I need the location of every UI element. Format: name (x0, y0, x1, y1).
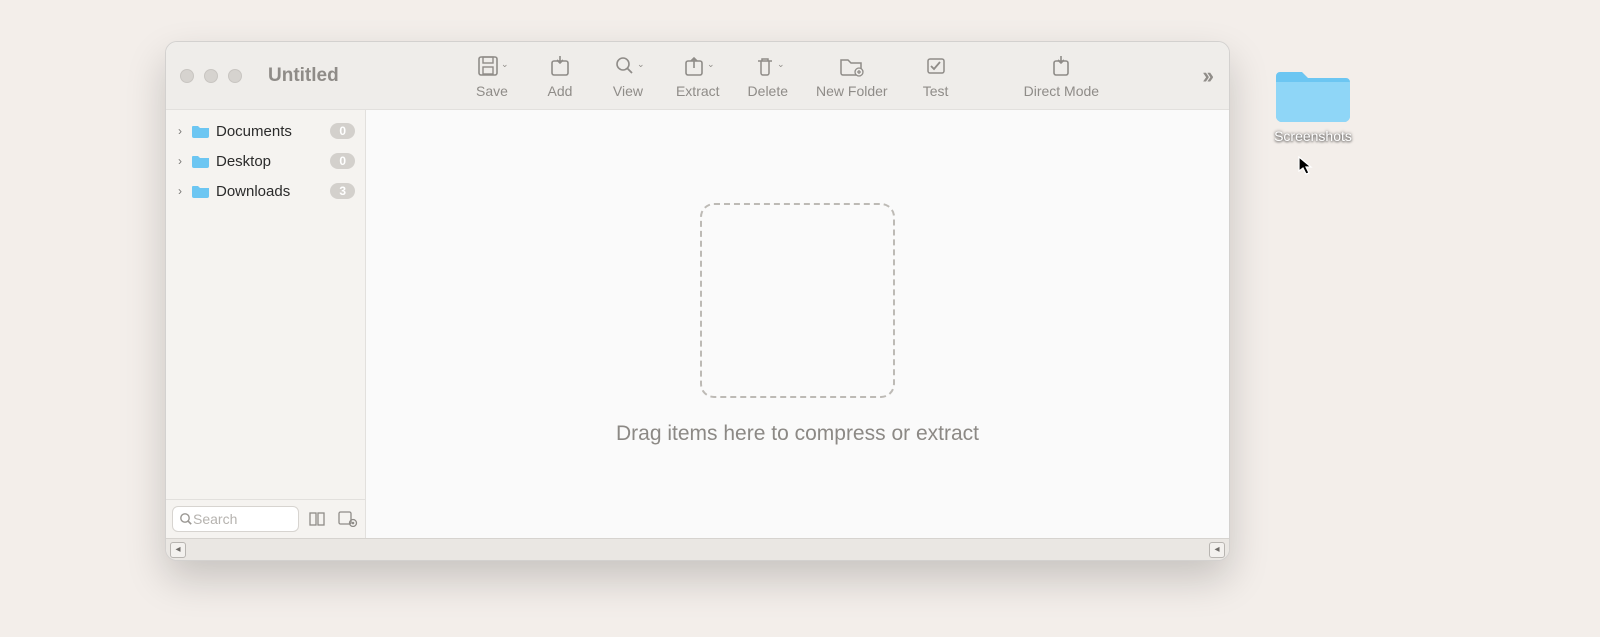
delete-icon: ⌄ (753, 54, 783, 78)
search-field[interactable] (172, 506, 299, 532)
sidebar-preview-button[interactable] (337, 508, 359, 530)
disclosure-icon[interactable]: › (174, 124, 186, 138)
cursor-icon (1298, 156, 1314, 176)
folder-icon (192, 124, 210, 138)
save-label: Save (476, 83, 508, 99)
toolbar: ⌄ Save Add (472, 53, 1099, 99)
folder-icon (192, 184, 210, 198)
disclosure-icon[interactable]: › (174, 154, 186, 168)
test-icon (925, 54, 947, 78)
svg-text:⌄: ⌄ (777, 59, 783, 69)
extract-button[interactable]: ⌄ Extract (676, 53, 720, 99)
direct-mode-label: Direct Mode (1024, 83, 1099, 99)
sidebar-item-documents[interactable]: › Documents 0 (166, 116, 365, 146)
dropzone[interactable] (700, 203, 895, 398)
window-minimize-button[interactable] (204, 69, 218, 83)
add-icon (549, 54, 571, 78)
sidebar-item-label: Downloads (216, 183, 290, 200)
titlebar: Untitled ⌄ Save (166, 42, 1229, 110)
folder-icon (1276, 62, 1350, 122)
save-button[interactable]: ⌄ Save (472, 53, 512, 99)
window-title: Untitled (268, 65, 339, 87)
svg-text:⌄: ⌄ (707, 59, 713, 69)
count-badge: 0 (330, 153, 355, 169)
desktop-folder-label: Screenshots (1268, 128, 1358, 144)
window-footer: ◂ ◂ (166, 538, 1229, 560)
sidebar: › Documents 0 › Desktop 0 › (166, 110, 366, 538)
count-badge: 0 (330, 123, 355, 139)
add-button[interactable]: Add (540, 53, 580, 99)
toolbar-overflow-button[interactable]: ›› (1202, 63, 1215, 89)
delete-button[interactable]: ⌄ Delete (748, 53, 788, 99)
folder-icon (192, 154, 210, 168)
extract-label: Extract (676, 83, 720, 99)
desktop-folder-screenshots[interactable]: Screenshots (1268, 62, 1358, 144)
window-body: › Documents 0 › Desktop 0 › (166, 110, 1229, 538)
app-window: Untitled ⌄ Save (165, 41, 1230, 561)
new-folder-label: New Folder (816, 83, 888, 99)
disclosure-icon[interactable]: › (174, 184, 186, 198)
save-icon: ⌄ (477, 54, 507, 78)
new-folder-button[interactable]: New Folder (816, 53, 888, 99)
sidebar-item-desktop[interactable]: › Desktop 0 (166, 146, 365, 176)
sidebar-tree: › Documents 0 › Desktop 0 › (166, 110, 365, 499)
direct-mode-icon (1050, 54, 1072, 78)
count-badge: 3 (330, 183, 355, 199)
sidebar-bottom (166, 499, 365, 538)
extract-icon: ⌄ (683, 54, 713, 78)
search-icon (179, 512, 193, 526)
add-label: Add (548, 83, 573, 99)
view-icon: ⌄ (613, 54, 643, 78)
sidebar-item-downloads[interactable]: › Downloads 3 (166, 176, 365, 206)
window-zoom-button[interactable] (228, 69, 242, 83)
search-input[interactable] (193, 511, 292, 527)
direct-mode-button[interactable]: Direct Mode (1024, 53, 1099, 99)
delete-label: Delete (748, 83, 788, 99)
footer-collapse-left-button[interactable]: ◂ (170, 542, 186, 558)
view-label: View (613, 83, 643, 99)
test-label: Test (923, 83, 949, 99)
sidebar-columns-button[interactable] (307, 508, 329, 530)
test-button[interactable]: Test (916, 53, 956, 99)
window-controls (180, 69, 242, 83)
footer-collapse-right-button[interactable]: ◂ (1209, 542, 1225, 558)
sidebar-item-label: Documents (216, 123, 292, 140)
new-folder-icon (839, 54, 865, 78)
view-button[interactable]: ⌄ View (608, 53, 648, 99)
window-close-button[interactable] (180, 69, 194, 83)
sidebar-item-label: Desktop (216, 153, 271, 170)
dropzone-hint: Drag items here to compress or extract (616, 422, 979, 446)
svg-text:⌄: ⌄ (501, 59, 507, 69)
svg-text:⌄: ⌄ (637, 59, 643, 69)
content-area[interactable]: Drag items here to compress or extract (366, 110, 1229, 538)
